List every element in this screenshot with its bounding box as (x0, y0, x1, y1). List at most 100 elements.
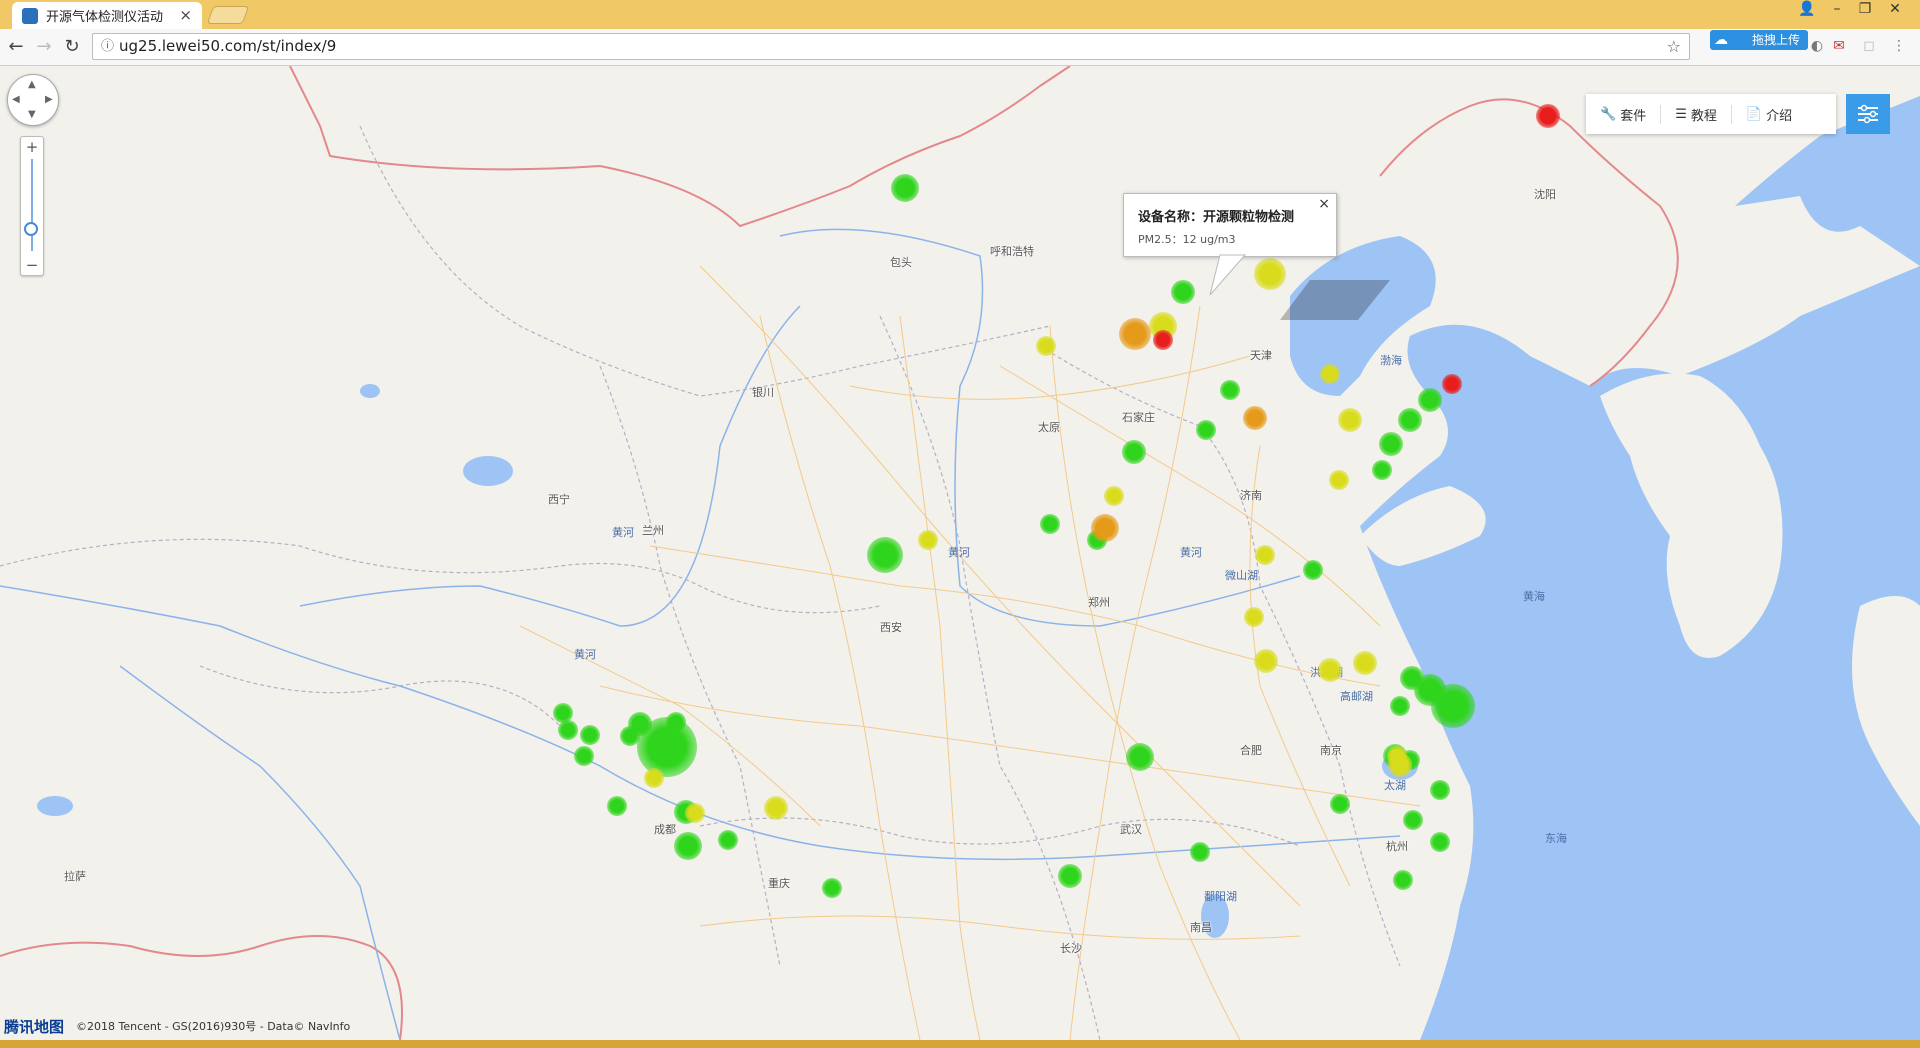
sensor-marker[interactable] (1372, 460, 1392, 480)
tab-close-icon[interactable]: × (179, 6, 192, 24)
sensor-marker[interactable] (822, 878, 842, 898)
sensor-marker[interactable] (867, 537, 903, 573)
extension-icon[interactable]: ◐ (1808, 37, 1826, 55)
forward-icon[interactable]: → (32, 35, 56, 59)
lake-label: 太湖 (1384, 779, 1406, 792)
sensor-marker[interactable] (1126, 743, 1154, 771)
user-icon[interactable]: 👤 (1794, 0, 1820, 20)
sensor-marker[interactable] (620, 726, 640, 746)
sensor-marker[interactable] (1403, 810, 1423, 830)
sensor-marker[interactable] (674, 832, 702, 860)
sensor-marker[interactable] (574, 746, 594, 766)
back-icon[interactable]: ← (4, 35, 28, 59)
sensor-marker[interactable] (1036, 336, 1056, 356)
address-bar[interactable]: ⓘ ug25.lewei50.com/st/index/9 ☆ (92, 33, 1690, 60)
reload-icon[interactable]: ↻ (60, 35, 84, 59)
new-tab-button[interactable] (206, 6, 250, 24)
sensor-marker[interactable] (764, 796, 788, 820)
city-label: 重庆 (768, 877, 790, 890)
zoom-handle[interactable] (24, 222, 38, 236)
sensor-marker[interactable] (1320, 364, 1340, 384)
sensor-marker[interactable] (644, 768, 664, 788)
tab-active[interactable]: 开源气体检测仪活动 × (12, 2, 202, 29)
sensor-marker[interactable] (1338, 408, 1362, 432)
top-menu: 🔧 套件 ☰ 教程 📄 介绍 (1586, 94, 1836, 134)
pan-left-icon[interactable]: ◀ (12, 94, 20, 105)
close-window-icon[interactable]: ✕ (1882, 0, 1908, 20)
extension-icon[interactable]: ◻ (1860, 37, 1878, 55)
sensor-marker[interactable] (1104, 486, 1124, 506)
sensor-marker[interactable] (685, 803, 705, 823)
lake (37, 796, 73, 816)
sensor-marker[interactable] (1190, 842, 1210, 862)
city-label: 银川 (752, 386, 774, 399)
map-attribution: 腾讯地图 ©2018 Tencent - GS(2016)930号 - Data… (0, 1016, 350, 1036)
sensor-marker[interactable] (1387, 746, 1407, 766)
filter-button[interactable] (1846, 94, 1890, 134)
sensor-marker[interactable] (718, 830, 738, 850)
menu-tutorial[interactable]: ☰ 教程 (1661, 104, 1732, 124)
sensor-marker[interactable] (1430, 780, 1450, 800)
sensor-marker[interactable] (1318, 658, 1342, 682)
sensor-marker[interactable] (1254, 649, 1278, 673)
sensor-marker[interactable] (1393, 870, 1413, 890)
extension-icon[interactable]: ✉ (1830, 37, 1848, 55)
zoom-track[interactable] (31, 159, 33, 251)
sensor-marker[interactable] (1398, 408, 1422, 432)
pan-down-icon[interactable]: ▼ (28, 109, 36, 120)
sensor-marker[interactable] (1536, 104, 1560, 128)
sensor-marker[interactable] (1244, 607, 1264, 627)
sensor-marker[interactable] (666, 712, 686, 732)
sensor-marker[interactable] (1329, 470, 1349, 490)
sensor-marker[interactable] (1330, 794, 1350, 814)
sensor-marker[interactable] (1442, 374, 1462, 394)
restore-icon[interactable]: ❐ (1852, 0, 1878, 20)
chrome-menu-icon[interactable]: ⋮ (1890, 37, 1908, 55)
sensor-marker[interactable] (1303, 560, 1323, 580)
bookmark-star-icon[interactable]: ☆ (1667, 34, 1681, 59)
sensor-marker[interactable] (918, 530, 938, 550)
pan-right-icon[interactable]: ▶ (45, 94, 53, 105)
sensor-marker[interactable] (1040, 514, 1060, 534)
menu-kit-label: 套件 (1620, 108, 1647, 124)
upload-extension-button[interactable]: ☁ 拖拽上传 (1710, 30, 1808, 50)
pan-up-icon[interactable]: ▲ (28, 79, 36, 90)
taskbar (0, 1040, 1920, 1048)
popup-close-icon[interactable]: × (1318, 196, 1330, 212)
sensor-marker[interactable] (1196, 420, 1216, 440)
map-canvas[interactable]: 呼和浩特 银川 太原 石家庄 天津 西宁 兰州 济南 郑州 合肥 南京 杭州 武… (0, 66, 1920, 1040)
sensor-marker[interactable] (1153, 330, 1173, 350)
zoom-out-button[interactable]: − (21, 255, 43, 275)
sensor-marker[interactable] (1091, 514, 1119, 542)
sensor-marker[interactable] (891, 174, 919, 202)
info-icon[interactable]: ⓘ (101, 34, 114, 59)
sensor-marker[interactable] (1255, 545, 1275, 565)
sensor-marker[interactable] (1058, 864, 1082, 888)
sensor-marker[interactable] (1390, 696, 1410, 716)
zoom-control[interactable]: + − (20, 136, 44, 276)
zoom-in-button[interactable]: + (21, 137, 43, 157)
sensor-marker[interactable] (1119, 318, 1151, 350)
sensor-marker[interactable] (1243, 406, 1267, 430)
menu-intro[interactable]: 📄 介绍 (1732, 105, 1806, 124)
city-label: 沈阳 (1534, 188, 1556, 201)
sensor-marker[interactable] (607, 796, 627, 816)
sensor-marker[interactable] (1353, 651, 1377, 675)
sea-label: 东海 (1545, 832, 1567, 845)
device-info-popup: 设备名称：开源颗粒物检测 PM2.5：12 ug/m3 × (1123, 193, 1337, 257)
sensor-marker[interactable] (1122, 440, 1146, 464)
sensor-marker[interactable] (1418, 388, 1442, 412)
sensor-marker[interactable] (1430, 832, 1450, 852)
minimize-icon[interactable]: – (1824, 0, 1850, 20)
site-favicon-icon (22, 7, 38, 24)
city-label: 杭州 (1386, 840, 1408, 853)
sensor-marker[interactable] (1220, 380, 1240, 400)
pan-control[interactable]: ▲ ▼ ◀ ▶ (7, 74, 59, 126)
city-label: 郑州 (1088, 596, 1110, 609)
menu-kit[interactable]: 🔧 套件 (1586, 104, 1662, 124)
sensor-marker[interactable] (580, 725, 600, 745)
sensor-marker[interactable] (1431, 684, 1475, 728)
sensor-marker[interactable] (558, 720, 578, 740)
sensor-marker[interactable] (1379, 432, 1403, 456)
wrench-icon: 🔧 (1600, 106, 1617, 122)
